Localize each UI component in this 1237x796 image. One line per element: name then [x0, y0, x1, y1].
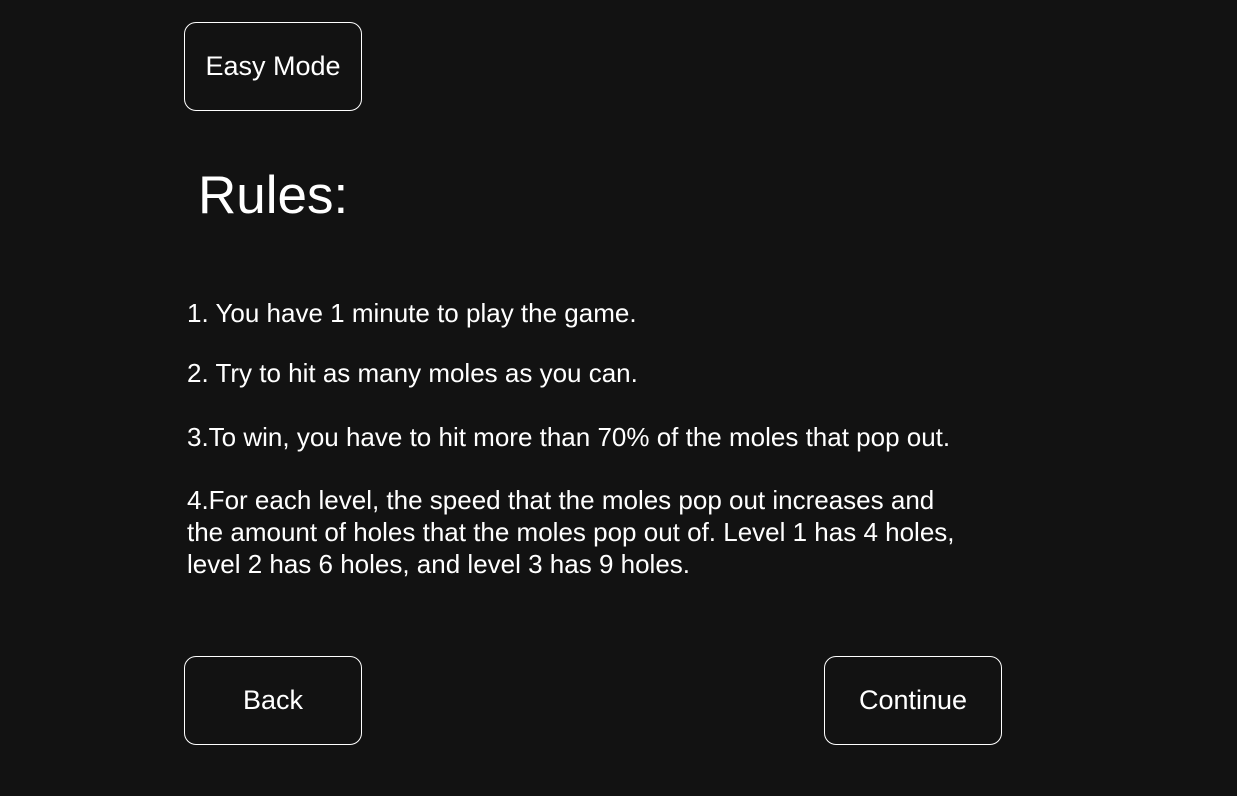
rule-item-3: 3.To win, you have to hit more than 70% … [187, 422, 951, 452]
continue-button[interactable]: Continue [824, 656, 1002, 745]
rule-item-2: 2. Try to hit as many moles as you can. [187, 358, 638, 388]
rule-item-1: 1. You have 1 minute to play the game. [187, 298, 637, 328]
rules-screen: Easy Mode Rules: 1. You have 1 minute to… [0, 0, 1237, 796]
back-button[interactable]: Back [184, 656, 362, 745]
easy-mode-button[interactable]: Easy Mode [184, 22, 362, 111]
rules-title: Rules: [198, 166, 349, 225]
rule-item-4: 4.For each level, the speed that the mol… [187, 485, 955, 579]
